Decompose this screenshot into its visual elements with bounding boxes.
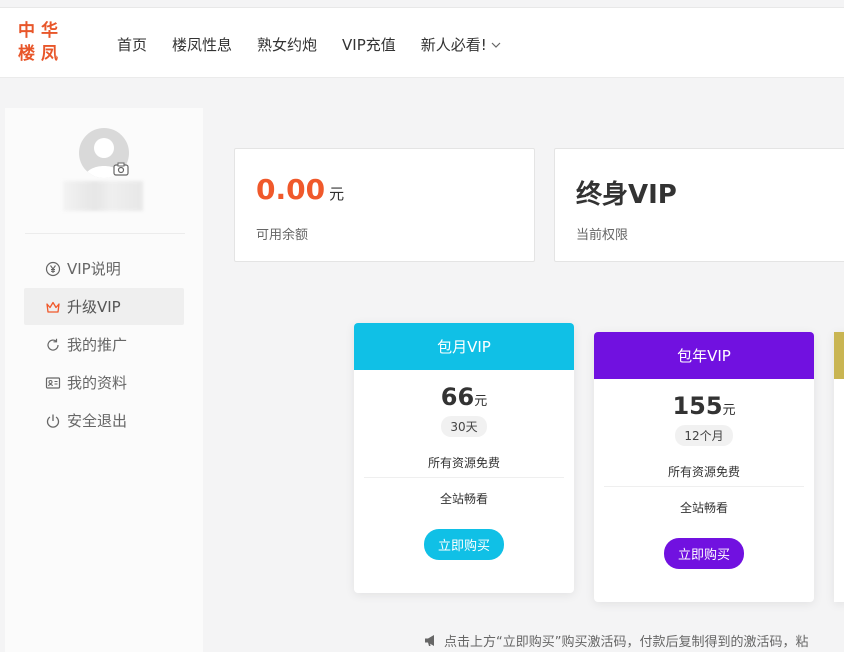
plan-feature: 所有资源免费: [604, 463, 804, 487]
megaphone-icon: [425, 635, 434, 646]
site-logo[interactable]: 中华 楼凤: [18, 20, 68, 66]
sidebar-divider: [25, 233, 185, 234]
sidebar-item-label: VIP说明: [67, 260, 121, 278]
balance-unit: 元: [329, 185, 345, 203]
user-sidebar: VIP说明 升级VIP 我的推广 我的资料 安全退出: [5, 108, 203, 652]
plan-price: 66元: [440, 383, 488, 411]
top-strip: [0, 0, 844, 8]
purchase-notice: 点击上方“立即购买”购买激活码，付款后复制得到的激活码，粘: [424, 631, 808, 650]
vip-status-card: 终身VIP 当前权限: [554, 148, 844, 262]
nav-newbie-label: 新人必看!: [420, 36, 487, 54]
balance-card: 0.00 元 可用余额: [234, 148, 535, 262]
balance-label: 可用余额: [256, 228, 309, 243]
site-header: 中华 楼凤 首页 楼凤性息 熟女约炮 VIP充值 新人必看!: [0, 8, 844, 78]
plan-price: 155元: [672, 392, 736, 420]
sidebar-item-profile[interactable]: 我的资料: [24, 364, 184, 401]
sidebar-item-label: 我的资料: [67, 374, 128, 392]
username-blurred: [63, 181, 143, 211]
vip-status-label: 当前权限: [576, 228, 629, 243]
balance-value: 0.00 元: [256, 173, 345, 206]
main-nav: 首页 楼凤性息 熟女约炮 VIP充值 新人必看!: [117, 34, 527, 55]
plan-duration: 30天: [441, 416, 487, 437]
sidebar-item-label: 我的推广: [67, 336, 128, 354]
plan-partial-head: [834, 332, 844, 379]
camera-icon[interactable]: [113, 162, 129, 176]
sidebar-item-promotion[interactable]: 我的推广: [24, 326, 184, 363]
sidebar-menu: VIP说明 升级VIP 我的推广 我的资料 安全退出: [24, 250, 184, 440]
sidebar-item-vip-info[interactable]: VIP说明: [24, 250, 184, 287]
nav-info[interactable]: 楼凤性息: [172, 34, 232, 55]
plan-feature: 全站畅看: [679, 501, 728, 515]
sidebar-item-label: 安全退出: [67, 412, 128, 430]
sidebar-item-upgrade-vip[interactable]: 升级VIP: [24, 288, 184, 325]
plan-feature: 全站畅看: [439, 492, 488, 506]
sidebar-item-logout[interactable]: 安全退出: [24, 402, 184, 439]
nav-dating[interactable]: 熟女约炮: [257, 34, 317, 55]
nav-newbie-dropdown[interactable]: 新人必看!: [421, 34, 502, 55]
chevron-down-icon: [491, 42, 501, 48]
plan-duration: 12个月: [675, 425, 733, 446]
plan-card-yearly: 包年VIP 155元 12个月 所有资源免费 全站畅看 立即购买: [594, 332, 814, 602]
plan-feature: 所有资源免费: [364, 454, 564, 478]
plan-card-partial: [834, 332, 844, 602]
buy-now-button[interactable]: 立即购买: [663, 538, 744, 569]
plan-title: 包年VIP: [594, 332, 814, 379]
crown-icon: [46, 301, 60, 313]
yen-circle-icon: [45, 261, 61, 276]
nav-vip-recharge[interactable]: VIP充值: [342, 34, 396, 55]
power-icon: [46, 414, 60, 428]
plan-card-monthly: 包月VIP 66元 30天 所有资源免费 全站畅看 立即购买: [354, 323, 574, 593]
vip-status-value: 终身VIP: [576, 180, 677, 210]
id-card-icon: [45, 376, 61, 389]
sidebar-item-label: 升级VIP: [67, 298, 121, 316]
nav-home[interactable]: 首页: [117, 34, 147, 55]
plan-title: 包月VIP: [354, 323, 574, 370]
buy-now-button[interactable]: 立即购买: [423, 529, 504, 560]
refresh-icon: [47, 338, 59, 351]
